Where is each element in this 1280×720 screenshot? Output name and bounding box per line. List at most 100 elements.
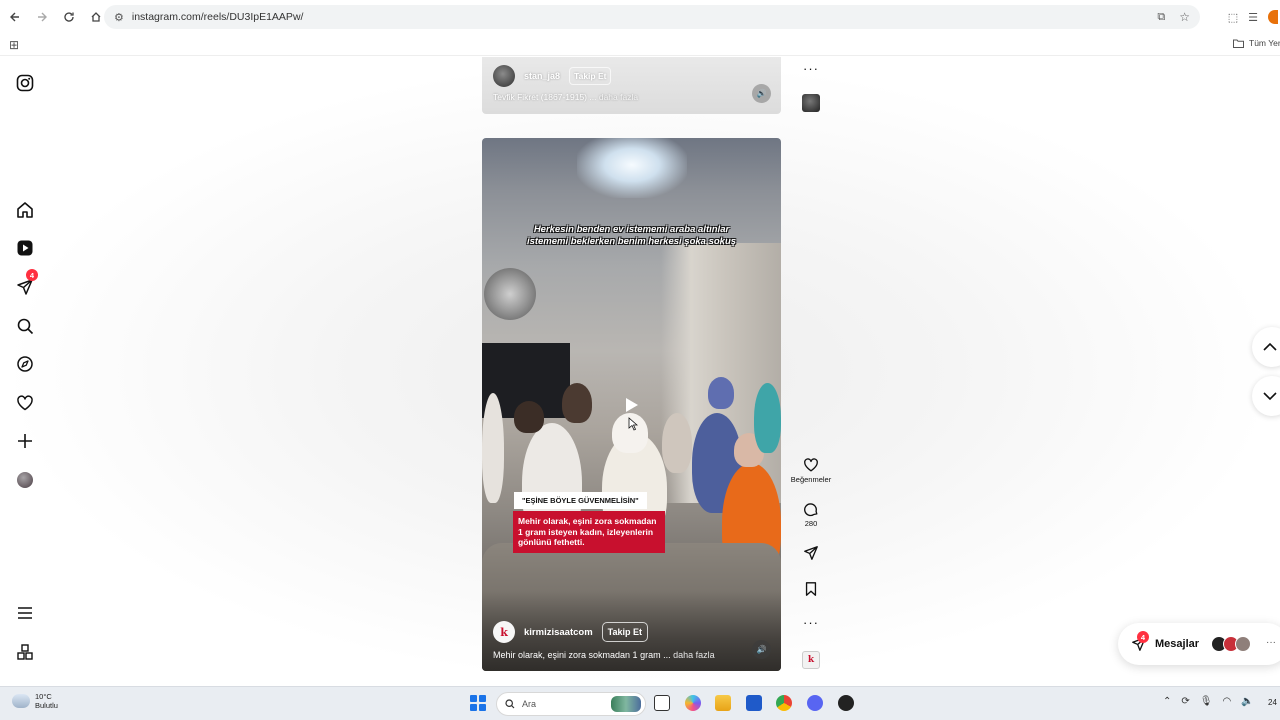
all-bookmarks-folder[interactable]: Tüm Yer <box>1233 38 1280 48</box>
folder-icon <box>1233 39 1244 48</box>
previous-reel[interactable]: stan_ja8 Takip Et Tevfik Fikret (1867-19… <box>482 57 781 114</box>
current-reel-video[interactable]: Herkesin benden ev istememi araba altınl… <box>482 138 781 671</box>
messages-pill-badge: 4 <box>1137 631 1149 643</box>
more-menu-icon[interactable] <box>15 603 35 623</box>
previous-reel-more-link[interactable]: daha fazla <box>599 92 638 102</box>
share-action[interactable] <box>795 544 827 561</box>
clock-time[interactable]: 24 <box>1268 698 1277 707</box>
bookmark-icon[interactable] <box>803 580 820 597</box>
chevron-down-icon <box>1263 392 1277 401</box>
more-options-action[interactable]: ··· <box>795 615 827 630</box>
next-reel-button[interactable] <box>1252 376 1280 416</box>
previous-reel-audio-thumbnail[interactable] <box>802 94 820 112</box>
cloud-icon <box>12 694 30 708</box>
wall-clock <box>484 268 536 320</box>
chevron-up-icon <box>1263 342 1277 351</box>
taskbar-search[interactable]: Ara <box>496 692 646 716</box>
heart-notifications-icon[interactable] <box>15 393 35 413</box>
comment-action[interactable]: 280 <box>795 500 827 528</box>
previous-reel-actions: ··· <box>795 61 827 76</box>
microphone-icon[interactable]: 🎙 <box>1200 696 1213 707</box>
taskbar-search-placeholder: Ara <box>522 699 537 709</box>
messages-badge: 4 <box>26 269 38 281</box>
taskbar: 10°C Bulutlu Ara ⌃ ⟳ 🎙 ◠ 🔈 24 <box>0 686 1280 720</box>
news-headline: Mehir olarak, eşini zora sokmadan 1 gram… <box>513 511 665 553</box>
install-app-icon[interactable]: ⧉ <box>1157 11 1165 24</box>
search-icon[interactable] <box>15 316 35 336</box>
store-icon[interactable] <box>746 695 762 711</box>
task-view-icon[interactable] <box>654 695 670 711</box>
chrome-icon[interactable] <box>776 695 792 711</box>
previous-reel-sound-icon[interactable]: 🔊 <box>752 84 771 103</box>
search-icon <box>505 699 515 709</box>
instagram-logo-icon[interactable] <box>15 73 35 93</box>
extensions-icon[interactable]: ⬚ <box>1228 11 1238 24</box>
also-from-meta-icon[interactable] <box>15 642 35 662</box>
comment-count: 280 <box>804 519 818 528</box>
weather-condition: Bulutlu <box>35 701 58 710</box>
profile-avatar-image <box>17 472 33 488</box>
reel-caption-text: Mehir olarak, eşini zora sokmadan 1 gram… <box>493 650 671 660</box>
temperature: 10°C <box>35 692 52 701</box>
wifi-icon[interactable]: ◠ <box>1222 696 1231 707</box>
address-bar[interactable]: ⚙ instagram.com/reels/DU3IpE1AAPw/ ⧉ ☆ <box>104 5 1200 29</box>
explore-compass-icon[interactable] <box>15 354 35 374</box>
more-options-icon[interactable]: ··· <box>803 615 819 630</box>
file-explorer-icon[interactable] <box>715 695 731 711</box>
forward-icon[interactable] <box>30 5 54 29</box>
windows-start-icon[interactable] <box>470 695 486 711</box>
discord-icon[interactable] <box>807 695 823 711</box>
messages-pill-label: Mesajlar <box>1155 638 1200 650</box>
search-highlight-image <box>611 696 641 712</box>
chandelier-light <box>577 138 687 198</box>
site-settings-icon[interactable]: ⚙ <box>114 11 124 24</box>
sound-toggle-icon[interactable]: 🔊 <box>752 640 771 659</box>
weather-widget[interactable]: 10°C Bulutlu <box>12 692 58 710</box>
video-overlay-text: Herkesin benden ev istememi araba altınl… <box>526 224 737 247</box>
bookmark-star-icon[interactable]: ☆ <box>1179 10 1190 24</box>
previous-reel-username[interactable]: stan_ja8 <box>524 71 560 81</box>
mouse-cursor-icon <box>628 417 638 431</box>
comment-icon[interactable] <box>803 500 820 517</box>
home-icon[interactable] <box>15 200 35 220</box>
follow-button[interactable]: Takip Et <box>601 622 648 642</box>
save-action[interactable] <box>795 580 827 597</box>
sync-icon[interactable]: ⟳ <box>1181 696 1189 707</box>
previous-reel-avatar[interactable] <box>493 65 515 87</box>
profile-avatar[interactable] <box>15 470 35 490</box>
profile-avatar-icon[interactable] <box>1268 10 1278 24</box>
url-text: instagram.com/reels/DU3IpE1AAPw/ <box>131 11 304 23</box>
messages-more-icon[interactable]: ··· <box>1266 637 1276 648</box>
create-plus-icon[interactable] <box>15 431 35 451</box>
system-tray: ⌃ ⟳ 🎙 ◠ 🔈 <box>1163 696 1254 707</box>
messages-pill[interactable]: 4 Mesajlar ··· <box>1118 623 1280 665</box>
avatar <box>1235 636 1251 652</box>
previous-reel-caption-text: Tevfik Fikret (1867-1915) ... <box>493 92 597 102</box>
instagram-sidebar: 4 <box>0 57 50 686</box>
reel-author-username[interactable]: kirmizisaatcom <box>524 627 593 638</box>
messages-icon[interactable]: 4 <box>15 269 38 297</box>
tray-chevron-up-icon[interactable]: ⌃ <box>1163 696 1171 707</box>
news-tag: "EŞİNE BÖYLE GÜVENMELİSİN" <box>514 492 647 509</box>
reels-icon[interactable] <box>15 238 35 258</box>
audio-thumbnail[interactable]: k <box>802 651 820 669</box>
reload-icon[interactable] <box>57 5 81 29</box>
bookmarks-bar: ⊞ Tüm Yer <box>0 34 1280 56</box>
volume-icon[interactable]: 🔈 <box>1241 696 1253 707</box>
previous-reel-button[interactable] <box>1252 327 1280 367</box>
reel-author-avatar[interactable]: k <box>493 621 515 643</box>
like-action[interactable]: Beğenmeler <box>791 456 831 484</box>
share-send-icon[interactable] <box>803 544 820 561</box>
back-icon[interactable] <box>3 5 27 29</box>
app-icon[interactable] <box>838 695 854 711</box>
previous-reel-more-options-icon[interactable]: ··· <box>803 61 819 76</box>
previous-reel-follow-button[interactable]: Takip Et <box>569 67 612 85</box>
like-heart-icon[interactable] <box>803 456 820 473</box>
play-icon[interactable] <box>625 397 639 413</box>
reading-list-icon[interactable]: ☰ <box>1248 11 1258 24</box>
copilot-icon[interactable] <box>685 695 701 711</box>
browser-toolbar: ⚙ instagram.com/reels/DU3IpE1AAPw/ ⧉ ☆ ⬚… <box>0 0 1280 34</box>
apps-grid-icon[interactable]: ⊞ <box>9 38 19 52</box>
reel-caption: Mehir olarak, eşini zora sokmadan 1 gram… <box>493 650 715 660</box>
reel-caption-more-link[interactable]: daha fazla <box>673 650 715 660</box>
